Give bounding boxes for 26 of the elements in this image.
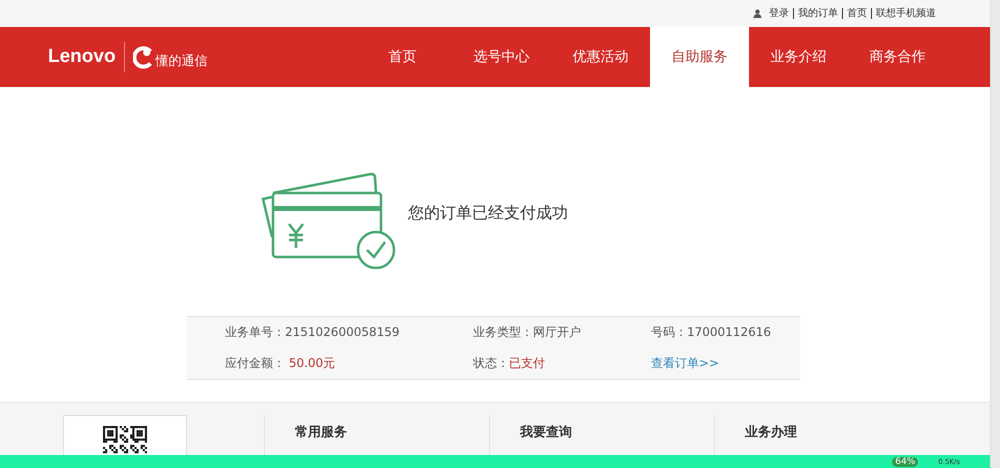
top-link[interactable]: 登录 bbox=[765, 8, 794, 19]
top-link[interactable]: 联想手机频道 bbox=[872, 8, 940, 19]
success-message: 您的订单已经支付成功 bbox=[408, 202, 568, 224]
nav-tab[interactable]: 选号中心 bbox=[452, 27, 551, 87]
sub-logo: 懂的通信 bbox=[156, 53, 208, 70]
percent-badge: 64% bbox=[892, 456, 918, 466]
nav-tab[interactable]: 商务合作 bbox=[848, 27, 947, 87]
user-icon bbox=[753, 9, 762, 18]
nav-tab[interactable]: 自助服务 bbox=[650, 27, 749, 87]
order-field: 应付金额： 50.00元 bbox=[225, 355, 473, 372]
nav-tab[interactable]: 优惠活动 bbox=[551, 27, 650, 87]
brand-logo[interactable]: Lenovo bbox=[48, 46, 116, 68]
top-link[interactable]: 我的订单 bbox=[794, 8, 843, 19]
nav-tab[interactable]: 首页 bbox=[353, 27, 452, 87]
footer-heading: 我要查询 bbox=[520, 424, 572, 441]
view-order-link[interactable]: 查看订单>> bbox=[651, 355, 800, 372]
order-field: 状态：已支付 bbox=[473, 355, 651, 372]
footer-heading: 业务办理 bbox=[745, 424, 797, 441]
scrollbar[interactable] bbox=[990, 0, 1000, 468]
top-link[interactable]: 首页 bbox=[843, 8, 872, 19]
c-logo-icon bbox=[132, 45, 155, 69]
order-field: 业务单号：215102600058159 bbox=[225, 324, 473, 341]
order-field: 业务类型：网厅开户 bbox=[473, 324, 651, 341]
order-field: 号码：17000112616 bbox=[651, 324, 800, 341]
footer-heading: 常用服务 bbox=[295, 424, 347, 441]
nav-tab[interactable]: 业务介绍 bbox=[749, 27, 848, 87]
